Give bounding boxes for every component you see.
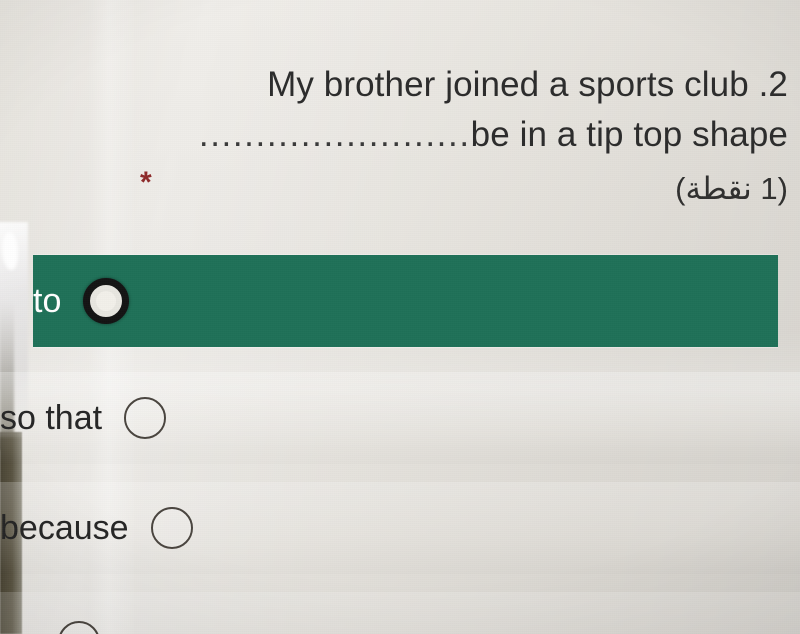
radio-button-icon[interactable]: [124, 397, 167, 439]
option-row-to[interactable]: to: [33, 255, 778, 347]
radio-button-icon[interactable]: [150, 507, 193, 549]
option-label-to: to: [33, 281, 62, 320]
radio-button-icon[interactable]: [57, 621, 100, 634]
option-label-so-that: so that: [0, 398, 103, 437]
option-row-so-that[interactable]: so that: [0, 372, 800, 464]
fill-in-blank: ........................: [198, 115, 471, 154]
question-text-remainder: be in a tip top shape: [470, 115, 788, 154]
radio-button-selected-icon[interactable]: [83, 278, 130, 324]
question-text-line-2: * ........................be in a tip to…: [40, 110, 788, 198]
question-text-line-1: My brother joined a sports club .2: [267, 65, 788, 104]
quiz-question-screenshot: My brother joined a sports club .2 * ...…: [0, 0, 800, 634]
screen-glare-specular: [2, 232, 18, 270]
required-asterisk: *: [140, 166, 152, 199]
option-label-because: because: [0, 508, 129, 547]
option-row-as-partial[interactable]: as: [0, 592, 800, 634]
question-block: My brother joined a sports club .2 * ...…: [40, 60, 788, 214]
question-points-label: (1 نقطة): [675, 171, 788, 206]
option-label-as: as: [0, 623, 36, 634]
option-row-because[interactable]: because: [0, 482, 800, 574]
